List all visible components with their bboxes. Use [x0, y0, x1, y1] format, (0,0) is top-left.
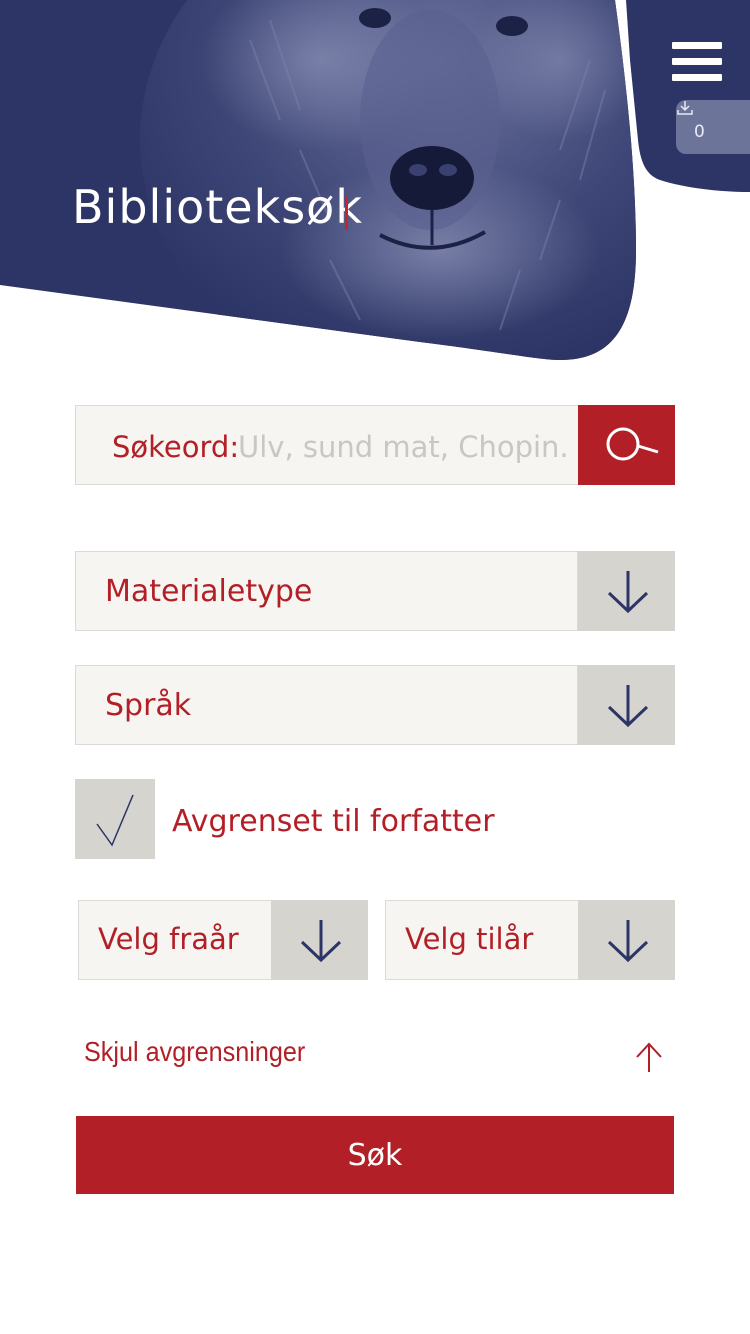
chevron-down-icon [300, 920, 342, 963]
material-type-select[interactable]: Materialetype [75, 551, 675, 631]
search-bar: Søkeord: Ulv, sund mat, Chopin... [75, 405, 675, 485]
year-to-dropdown-button[interactable] [578, 900, 675, 980]
search-button[interactable] [578, 405, 675, 485]
search-submit-button[interactable]: Søk [76, 1116, 674, 1194]
nav-blob [626, 0, 750, 192]
downloads-button[interactable]: 0 [676, 100, 750, 154]
hero-banner: Biblioteksøk 0 [0, 0, 750, 370]
year-to-label: Velg tilår [405, 922, 534, 956]
arrow-up-icon[interactable] [634, 1040, 664, 1074]
chevron-down-icon [607, 920, 649, 963]
year-from-select[interactable]: Velg fraår [78, 900, 368, 980]
download-icon [677, 101, 693, 115]
language-dropdown-button[interactable] [578, 665, 675, 745]
hamburger-menu-icon [672, 42, 722, 49]
year-from-label: Velg fraår [98, 922, 239, 956]
page-title: Biblioteksøk [72, 180, 363, 234]
checkmark-icon [96, 794, 134, 847]
language-label: Språk [105, 688, 192, 723]
chevron-down-icon [607, 571, 649, 614]
title-cursor [345, 196, 348, 230]
year-from-dropdown-button[interactable] [271, 900, 368, 980]
search-input[interactable]: Søkeord: Ulv, sund mat, Chopin... [75, 405, 579, 485]
downloads-count: 0 [694, 122, 705, 142]
menu-button[interactable] [672, 42, 722, 84]
year-to-select[interactable]: Velg tilår [385, 900, 675, 980]
hide-filters-link[interactable]: Skjul avgrensninger [84, 1036, 305, 1068]
material-type-label: Materialetype [105, 574, 313, 609]
search-icon [606, 427, 659, 461]
author-checkbox[interactable] [75, 779, 155, 859]
chevron-down-icon [607, 685, 649, 728]
author-checkbox-label: Avgrenset til forfatter [172, 804, 495, 839]
language-select[interactable]: Språk [75, 665, 675, 745]
material-type-dropdown-button[interactable] [578, 551, 675, 631]
search-placeholder: Ulv, sund mat, Chopin... [238, 430, 568, 464]
search-label: Søkeord: [112, 430, 240, 464]
